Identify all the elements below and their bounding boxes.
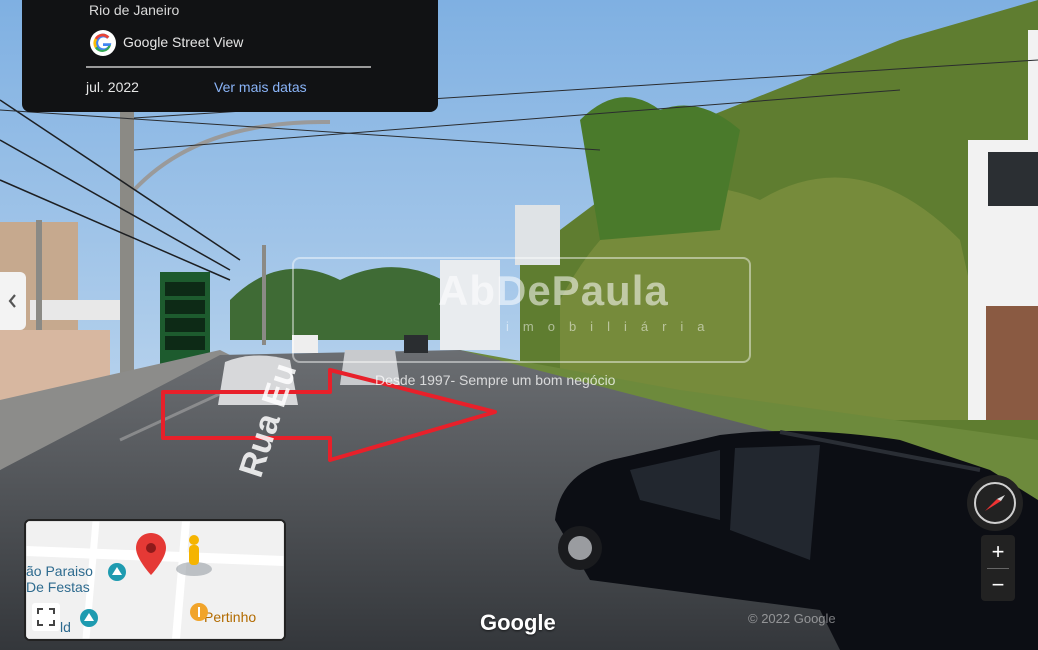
location-label: Rio de Janeiro xyxy=(89,2,180,18)
zoom-out-button[interactable]: − xyxy=(981,569,1015,601)
more-dates-link[interactable]: Ver mais datas xyxy=(214,79,307,95)
attraction-icon xyxy=(80,609,98,627)
watermark: AbDePaula imobiliária xyxy=(292,257,751,363)
expand-icon xyxy=(37,608,55,626)
chevron-left-icon xyxy=(8,294,16,308)
watermark-subtitle: imobiliária xyxy=(506,319,719,334)
map-pin-icon xyxy=(136,533,166,575)
source-label: Google Street View xyxy=(123,34,244,50)
info-card: Rio de Janeiro Google Street View jul. 2… xyxy=(22,0,438,112)
google-logo-icon xyxy=(90,30,116,56)
copyright-text: © 2022 Google xyxy=(748,611,836,626)
watermark-name: AbDePaula xyxy=(438,267,669,314)
food-icon xyxy=(190,603,208,621)
minimap-place-4: ld xyxy=(60,619,71,635)
expand-map-button[interactable] xyxy=(32,603,60,631)
minimap-place-1: ão Paraiso xyxy=(26,563,93,579)
zoom-in-button[interactable]: + xyxy=(981,536,1015,568)
watermark-tagline: Desde 1997- Sempre um bom negócio xyxy=(375,372,616,388)
compass-icon xyxy=(974,482,1016,524)
zoom-control: + − xyxy=(981,535,1015,601)
card-divider xyxy=(86,66,371,68)
minimap[interactable]: ão Paraiso De Festas Pertinho ld xyxy=(24,519,286,641)
minimap-place-2: De Festas xyxy=(26,579,90,595)
capture-date: jul. 2022 xyxy=(86,79,139,95)
google-wordmark: Google xyxy=(480,610,556,635)
attraction-icon xyxy=(108,563,126,581)
pegman-icon[interactable] xyxy=(174,533,214,577)
compass-button[interactable] xyxy=(967,475,1023,531)
collapse-panel-button[interactable] xyxy=(0,272,26,330)
minimap-place-3: Pertinho xyxy=(204,609,257,625)
